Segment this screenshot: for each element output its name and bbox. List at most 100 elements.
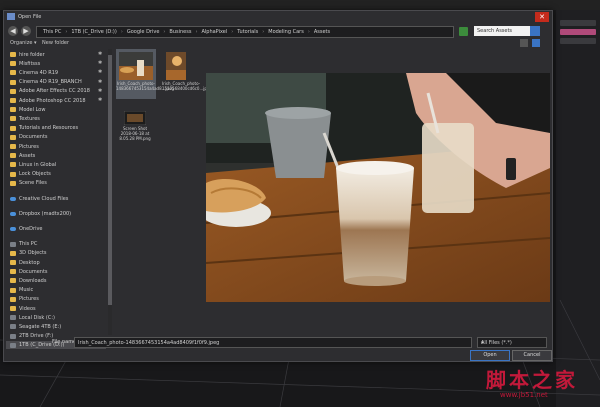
breadcrumb-item[interactable]: AlphaPixel — [201, 29, 227, 35]
sidebar-item[interactable]: Creative Cloud Files — [10, 195, 68, 202]
sidebar-item[interactable]: hire folder — [10, 51, 45, 58]
address-bar[interactable]: This PC › 1TB (C_Drive (D:)) › Google Driv… — [36, 26, 454, 38]
breadcrumb-item[interactable]: Modeling Cars — [268, 29, 304, 35]
file-name: Irish_Coach_photo-1512568400cd6c0...jpeg — [162, 81, 212, 91]
sidebar-item[interactable]: Documents — [10, 268, 48, 275]
sidebar-item[interactable]: Tutorials and Resources — [10, 125, 78, 132]
forward-button[interactable]: ▶ — [21, 26, 31, 36]
sidebar-item[interactable]: Local Disk (C:) — [10, 314, 55, 321]
folder-icon — [10, 278, 16, 284]
sidebar-item-label: 3D Objects — [19, 250, 47, 257]
cloud-icon — [10, 211, 16, 216]
sidebar-item[interactable]: Dropbox (madtx200) — [10, 210, 71, 217]
sidebar-item[interactable]: Pictures — [10, 143, 39, 150]
pin-icon[interactable]: ✱ — [98, 60, 102, 66]
sidebar-item[interactable]: Cinema 4D R19 — [10, 69, 58, 76]
file-tile[interactable]: Irish_Coach_photo-1483667453154a4ad8...j… — [116, 49, 175, 99]
folder-icon — [10, 79, 16, 85]
close-button[interactable]: ✕ — [535, 12, 549, 22]
sidebar-item-label: Adobe Photoshop CC 2018 — [19, 97, 86, 104]
sidebar-item[interactable]: Seagate 4TB (E:) — [10, 323, 61, 330]
sidebar-item[interactable]: Videos — [10, 305, 36, 312]
breadcrumb-item[interactable]: Google Drive — [127, 29, 160, 35]
pin-icon[interactable]: ✱ — [98, 79, 102, 85]
sidebar-item[interactable]: This PC — [10, 241, 37, 248]
search-input[interactable]: Search Assets — [474, 26, 540, 36]
sidebar-item[interactable]: Model Low — [10, 106, 45, 113]
cancel-button[interactable]: Cancel — [512, 350, 552, 361]
sidebar-item[interactable]: Pictures — [10, 296, 39, 303]
pin-icon[interactable]: ✱ — [98, 51, 102, 57]
view-options-icon[interactable] — [520, 39, 528, 47]
folder-icon — [10, 287, 16, 293]
sidebar-item-label: Documents — [19, 134, 48, 141]
sidebar-item[interactable]: Music — [10, 287, 33, 294]
folder-icon — [10, 296, 16, 302]
sidebar-item-label: Misfitsss — [19, 60, 41, 67]
breadcrumb-item[interactable]: Business — [169, 29, 191, 35]
tool-button[interactable] — [560, 20, 596, 26]
sidebar-item-label: Tutorials and Resources — [19, 125, 79, 132]
folder-icon — [10, 125, 16, 131]
tool-button[interactable] — [560, 38, 596, 44]
sidebar-item-label: Pictures — [19, 143, 39, 150]
folder-icon — [10, 144, 16, 149]
sidebar-item[interactable]: Linux in Global — [10, 161, 56, 168]
organize-menu[interactable]: Organize ▾ — [10, 40, 37, 46]
sidebar-item[interactable]: Documents — [10, 134, 48, 141]
sidebar-item-label: Videos — [19, 305, 36, 312]
file-type-select[interactable]: All Files (*.*) ▾ — [477, 337, 547, 348]
folder-icon — [10, 70, 16, 76]
folder-icon — [10, 88, 16, 94]
folder-icon — [10, 171, 16, 177]
sidebar-item[interactable]: OneDrive — [10, 225, 43, 232]
sidebar-item-label: Lock Objects — [19, 171, 51, 178]
breadcrumb-item[interactable]: 1TB (C_Drive (D:)) — [71, 29, 117, 35]
sidebar-item[interactable]: Desktop — [10, 259, 40, 266]
file-tile[interactable]: Screen Shot 2018-06-18 at 8.05.28 PM.png — [118, 110, 152, 141]
dialog-toolbar: Organize ▾ New folder — [4, 39, 552, 48]
image-preview — [206, 73, 550, 302]
chevron-right-icon: › — [231, 29, 234, 35]
back-button[interactable]: ◀ — [8, 26, 18, 36]
sidebar-item[interactable]: Downloads — [10, 277, 46, 284]
dialog-titlebar[interactable]: Open File ✕ — [4, 11, 552, 23]
breadcrumb-item[interactable]: This PC — [43, 29, 61, 35]
file-name: Irish_Coach_photo-1483667453154a4ad8...j… — [116, 81, 175, 91]
sidebar-item-label: Desktop — [19, 259, 40, 266]
pin-icon[interactable]: ✱ — [98, 69, 102, 75]
file-tile[interactable]: Irish_Coach_photo-1512568400cd6c0...jpeg — [162, 49, 212, 91]
sidebar-item-label: Textures — [19, 115, 40, 122]
open-button[interactable]: Open — [470, 350, 510, 361]
pin-icon[interactable]: ✱ — [98, 88, 102, 94]
open-file-dialog: Open File ✕ ◀ ▶ This PC › 1TB (C_Drive (D… — [3, 10, 553, 362]
breadcrumb-item[interactable]: Assets — [314, 29, 330, 35]
chevron-right-icon: › — [163, 29, 166, 35]
watermark-logo-text: 脚本之家 — [486, 368, 578, 392]
sidebar-item-label: This PC — [19, 241, 38, 248]
new-folder-button[interactable]: New folder — [42, 40, 69, 46]
search-icon[interactable] — [530, 26, 540, 36]
breadcrumb-item[interactable]: Tutorials — [237, 29, 258, 35]
sidebar-item[interactable]: Assets — [10, 152, 35, 159]
sidebar-item[interactable]: Textures — [10, 115, 40, 122]
refresh-icon[interactable] — [459, 27, 468, 36]
sidebar-item[interactable]: Misfitsss — [10, 60, 40, 67]
sidebar-item[interactable]: Adobe Photoshop CC 2018 — [10, 97, 86, 104]
sidebar-item[interactable]: Cinema 4D R19_BRANCH — [10, 79, 82, 86]
sidebar-item[interactable]: Scene Files — [10, 180, 47, 187]
sidebar-item-label: Cinema 4D R19_BRANCH — [19, 79, 82, 86]
pin-icon[interactable]: ✱ — [98, 97, 102, 103]
sidebar-item[interactable]: 3D Objects — [10, 250, 47, 257]
file-name: Screen Shot 2018-06-18 at 8.05.28 PM.png — [119, 126, 151, 141]
sidebar-item-label: Music — [19, 287, 34, 294]
navigation-scrollbar[interactable] — [108, 49, 112, 335]
file-name-value: Irish_Coach_photo-1483667453154a4ad8409f… — [78, 340, 220, 346]
sidebar-item[interactable]: Lock Objects — [10, 171, 51, 178]
help-icon[interactable] — [532, 39, 540, 47]
sidebar-item[interactable]: Adobe After Effects CC 2018 — [10, 88, 90, 95]
navigation-bar: ◀ ▶ This PC › 1TB (C_Drive (D:)) › Google … — [4, 24, 552, 38]
chevron-right-icon: › — [307, 29, 310, 35]
file-name-input[interactable]: Irish_Coach_photo-1483667453154a4ad8409f… — [74, 337, 472, 348]
tool-button-active[interactable] — [560, 29, 596, 35]
